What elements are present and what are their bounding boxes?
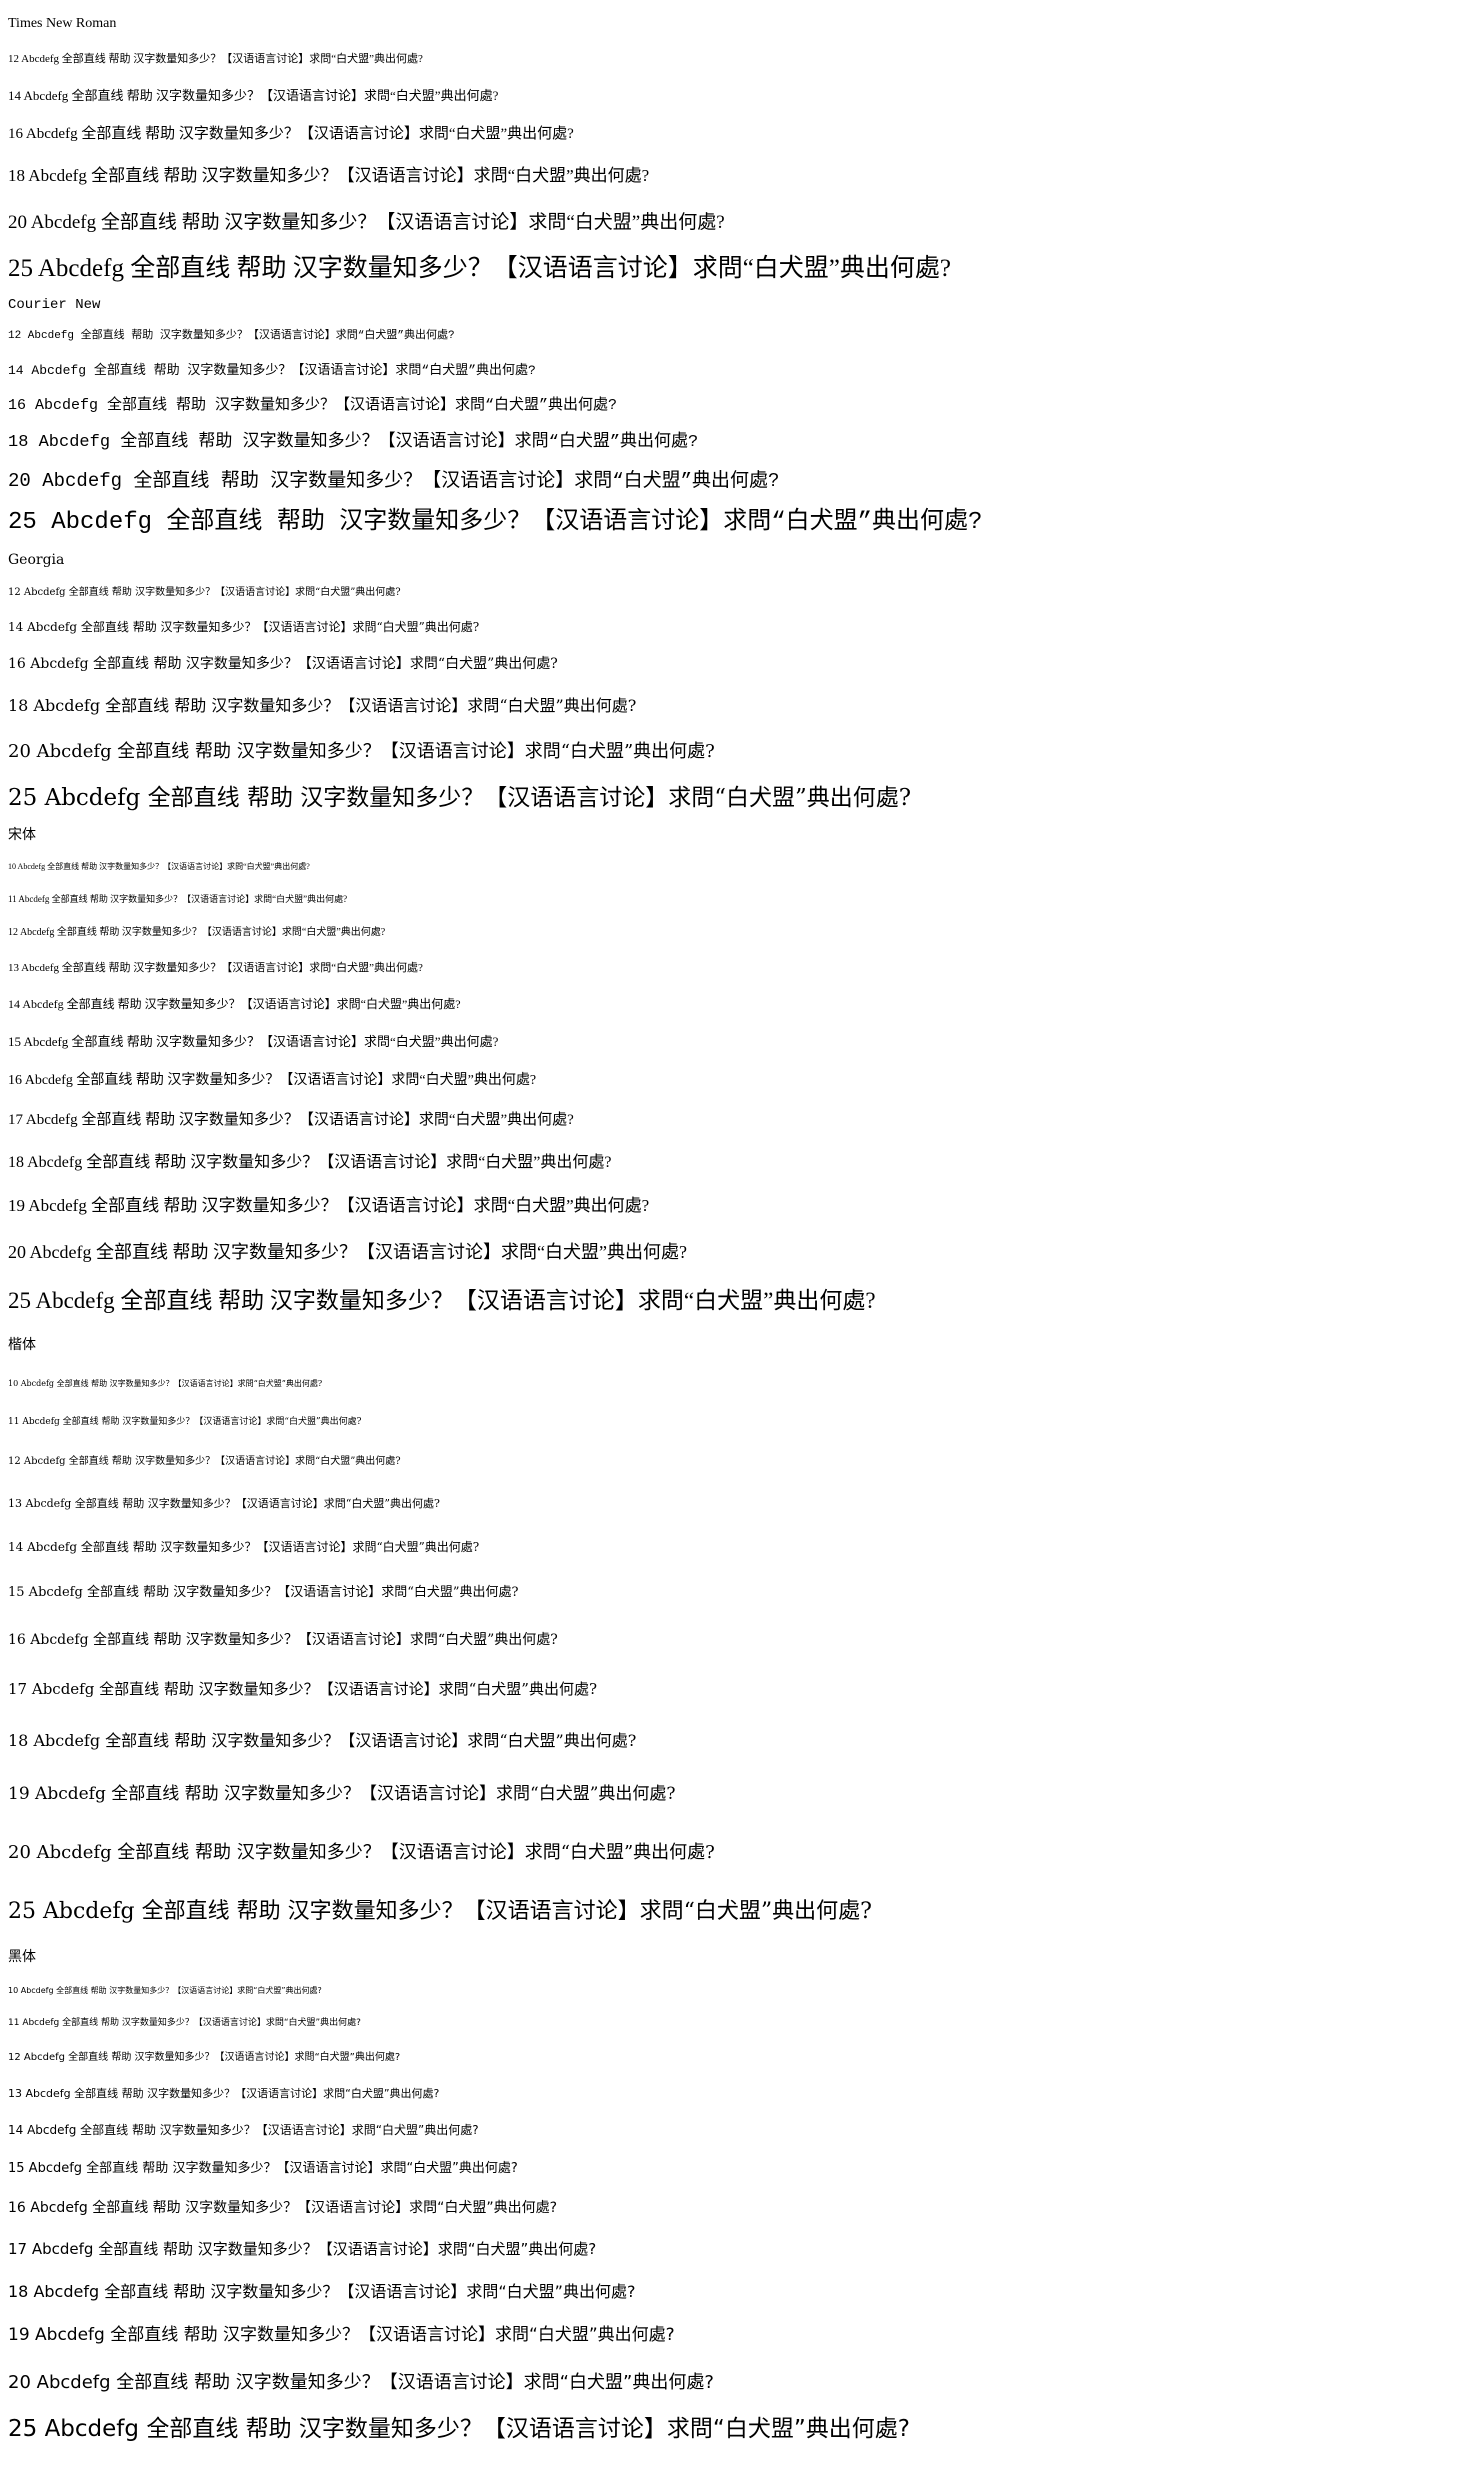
sample-line: 18 Abcdefg 全部直线 帮助 汉字数量知多少？【汉语语言讨论】求問“白犬… bbox=[8, 433, 699, 452]
sample-lines: 12 Abcdefg 全部直线 帮助 汉字数量知多少？【汉语语言讨论】求問“白犬… bbox=[8, 320, 1482, 544]
sample-line: 17 Abcdefg 全部直线 帮助 汉字数量知多少？【汉语语言讨论】求問“白犬… bbox=[8, 1680, 598, 1698]
sample-line: 14 Abcdefg 全部直线 帮助 汉字数量知多少？【汉语语言讨论】求問“白犬… bbox=[8, 88, 499, 103]
section-title: Georgia bbox=[8, 552, 65, 568]
section-title: 楷体 bbox=[8, 1337, 36, 1353]
sample-line: 25 Abcdefg 全部直线 帮助 汉字数量知多少？【汉语语言讨论】求問“白犬… bbox=[8, 1288, 876, 1313]
sample-lines: 12 Abcdefg 全部直线 帮助 汉字数量知多少？【汉语语言讨论】求問“白犬… bbox=[8, 576, 1482, 821]
section-courier-new: Courier New 12 Abcdefg 全部直线 帮助 汉字数量知多少？【… bbox=[8, 290, 1482, 544]
sample-line: 16 Abcdefg 全部直线 帮助 汉字数量知多少？【汉语语言讨论】求問“白犬… bbox=[8, 1073, 537, 1088]
sample-line: 16 Abcdefg 全部直线 帮助 汉字数量知多少？【汉语语言讨论】求問“白犬… bbox=[8, 1632, 558, 1648]
sample-line: 14 Abcdefg 全部直线 帮助 汉字数量知多少？【汉语语言讨论】求問“白犬… bbox=[8, 2123, 479, 2137]
sample-line: 12 Abcdefg 全部直线 帮助 汉字数量知多少？【汉语语言讨论】求問“白犬… bbox=[8, 53, 423, 65]
sample-line: 15 Abcdefg 全部直线 帮助 汉字数量知多少？【汉语语言讨论】求問“白犬… bbox=[8, 2161, 518, 2176]
section-times-new-roman: Times New Roman 12 Abcdefg 全部直线 帮助 汉字数量知… bbox=[8, 6, 1482, 290]
sample-line: 16 Abcdefg 全部直线 帮助 汉字数量知多少？【汉语语言讨论】求問“白犬… bbox=[8, 656, 558, 672]
sample-lines: 10 Abcdefg 全部直线 帮助 汉字数量知多少？【汉语语言讨论】求問“白犬… bbox=[8, 1365, 1482, 1940]
section-georgia: Georgia 12 Abcdefg 全部直线 帮助 汉字数量知多少？【汉语语言… bbox=[8, 544, 1482, 821]
sample-line: 12 Abcdefg 全部直线 帮助 汉字数量知多少？【汉语语言讨论】求問“白犬… bbox=[8, 2052, 401, 2063]
sample-line: 16 Abcdefg 全部直线 帮助 汉字数量知多少？【汉语语言讨论】求問“白犬… bbox=[8, 126, 574, 142]
sample-line: 11 Abcdefg 全部直线 帮助 汉字数量知多少？【汉语语言讨论】求問“白犬… bbox=[8, 2018, 361, 2028]
sample-line: 18 Abcdefg 全部直线 帮助 汉字数量知多少？【汉语语言讨论】求問“白犬… bbox=[8, 2282, 636, 2301]
sample-line: 25 Abcdefg 全部直线 帮助 汉字数量知多少？【汉语语言讨论】求問“白犬… bbox=[8, 785, 912, 811]
sample-line: 18 Abcdefg 全部直线 帮助 汉字数量知多少？【汉语语言讨论】求問“白犬… bbox=[8, 696, 637, 715]
sample-line: 16 Abcdefg 全部直线 帮助 汉字数量知多少？【汉语语言讨论】求問“白犬… bbox=[8, 397, 618, 414]
sample-lines: 12 Abcdefg 全部直线 帮助 汉字数量知多少？【汉语语言讨论】求問“白犬… bbox=[8, 41, 1482, 290]
sample-line: 14 Abcdefg 全部直线 帮助 汉字数量知多少？【汉语语言讨论】求問“白犬… bbox=[8, 620, 480, 634]
sample-line: 10 Abcdefg 全部直线 帮助 汉字数量知多少？【汉语语言讨论】求問“白犬… bbox=[8, 1379, 323, 1388]
sample-lines: 10 Abcdefg 全部直线 帮助 汉字数量知多少？【汉语语言讨论】求問“白犬… bbox=[8, 1974, 1482, 2451]
section-kaiti: 楷体 10 Abcdefg 全部直线 帮助 汉字数量知多少？【汉语语言讨论】求問… bbox=[8, 1325, 1482, 1940]
sample-line: 19 Abcdefg 全部直线 帮助 汉字数量知多少？【汉语语言讨论】求問“白犬… bbox=[8, 1196, 650, 1215]
sample-line: 14 Abcdefg 全部直线 帮助 汉字数量知多少？【汉语语言讨论】求問“白犬… bbox=[8, 1540, 480, 1554]
sample-line: 12 Abcdefg 全部直线 帮助 汉字数量知多少？【汉语语言讨论】求問“白犬… bbox=[8, 927, 386, 938]
sample-line: 15 Abcdefg 全部直线 帮助 汉字数量知多少？【汉语语言讨论】求問“白犬… bbox=[8, 1585, 519, 1600]
sample-line: 14 Abcdefg 全部直线 帮助 汉字数量知多少？【汉语语言讨论】求問“白犬… bbox=[8, 997, 461, 1011]
sample-line: 15 Abcdefg 全部直线 帮助 汉字数量知多少？【汉语语言讨论】求問“白犬… bbox=[8, 1034, 499, 1049]
sample-line: 25 Abcdefg 全部直线 帮助 汉字数量知多少？【汉语语言讨论】求問“白犬… bbox=[8, 255, 951, 282]
section-songti: 宋体 10 Abcdefg 全部直线 帮助 汉字数量知多少？【汉语语言讨论】求問… bbox=[8, 821, 1482, 1325]
sample-line: 12 Abcdefg 全部直线 帮助 汉字数量知多少？【汉语语言讨论】求問“白犬… bbox=[8, 587, 401, 598]
sample-line: 17 Abcdefg 全部直线 帮助 汉字数量知多少？【汉语语言讨论】求問“白犬… bbox=[8, 1112, 574, 1128]
sample-line: 18 Abcdefg 全部直线 帮助 汉字数量知多少？【汉语语言讨论】求問“白犬… bbox=[8, 166, 650, 185]
sample-line: 11 Abcdefg 全部直线 帮助 汉字数量知多少？【汉语语言讨论】求問“白犬… bbox=[8, 1417, 362, 1427]
sample-line: 20 Abcdefg 全部直线 帮助 汉字数量知多少？【汉语语言讨论】求問“白犬… bbox=[8, 1242, 687, 1262]
sample-line: 25 Abcdefg 全部直线 帮助 汉字数量知多少？【汉语语言讨论】求問“白犬… bbox=[8, 509, 983, 536]
sample-lines: 10 Abcdefg 全部直线 帮助 汉字数量知多少？【汉语语言讨论】求問“白犬… bbox=[8, 851, 1482, 1325]
sample-line: 12 Abcdefg 全部直线 帮助 汉字数量知多少？【汉语语言讨论】求問“白犬… bbox=[8, 1456, 401, 1467]
sample-line: 13 Abcdefg 全部直线 帮助 汉字数量知多少？【汉语语言讨论】求問“白犬… bbox=[8, 2087, 440, 2100]
sample-line: 14 Abcdefg 全部直线 帮助 汉字数量知多少？【汉语语言讨论】求問“白犬… bbox=[8, 363, 536, 378]
section-title: Times New Roman bbox=[8, 16, 117, 31]
sample-line: 25 Abcdefg 全部直线 帮助 汉字数量知多少？【汉语语言讨论】求問“白犬… bbox=[8, 2416, 910, 2442]
section-title: 黑体 bbox=[8, 1949, 36, 1965]
sample-line: 12 Abcdefg 全部直线 帮助 汉字数量知多少？【汉语语言讨论】求問“白犬… bbox=[8, 330, 455, 342]
sample-line: 13 Abcdefg 全部直线 帮助 汉字数量知多少？【汉语语言讨论】求問“白犬… bbox=[8, 1497, 440, 1510]
sample-line: 11 Abcdefg 全部直线 帮助 汉字数量知多少？【汉语语言讨论】求問“白犬… bbox=[8, 894, 348, 904]
sample-line: 10 Abcdefg 全部直线 帮助 汉字数量知多少？【汉语语言讨论】求問“白犬… bbox=[8, 862, 310, 871]
sample-line: 18 Abcdefg 全部直线 帮助 汉字数量知多少？【汉语语言讨论】求問“白犬… bbox=[8, 1731, 637, 1750]
section-title: 宋体 bbox=[8, 828, 36, 843]
sample-line: 20 Abcdefg 全部直线 帮助 汉字数量知多少？【汉语语言讨论】求問“白犬… bbox=[8, 2372, 714, 2393]
sample-line: 20 Abcdefg 全部直线 帮助 汉字数量知多少？【汉语语言讨论】求問“白犬… bbox=[8, 1842, 715, 1863]
sample-line: 18 Abcdefg 全部直线 帮助 汉字数量知多少？【汉语语言讨论】求問“白犬… bbox=[8, 1154, 612, 1171]
sample-line: 16 Abcdefg 全部直线 帮助 汉字数量知多少？【汉语语言讨论】求問“白犬… bbox=[8, 2200, 558, 2216]
sample-line: 19 Abcdefg 全部直线 帮助 汉字数量知多少？【汉语语言讨论】求問“白犬… bbox=[8, 1784, 676, 1804]
sample-line: 10 Abcdefg 全部直线 帮助 汉字数量知多少？【汉语语言讨论】求問“白犬… bbox=[8, 1986, 322, 1995]
sample-line: 25 Abcdefg 全部直线 帮助 汉字数量知多少？【汉语语言讨论】求問“白犬… bbox=[8, 1899, 872, 1924]
sample-line: 17 Abcdefg 全部直线 帮助 汉字数量知多少？【汉语语言讨论】求問“白犬… bbox=[8, 2240, 597, 2258]
sample-line: 19 Abcdefg 全部直线 帮助 汉字数量知多少？【汉语语言讨论】求問“白犬… bbox=[8, 2325, 675, 2345]
section-heiti: 黑体 10 Abcdefg 全部直线 帮助 汉字数量知多少？【汉语语言讨论】求問… bbox=[8, 1940, 1482, 2451]
sample-line: 20 Abcdefg 全部直线 帮助 汉字数量知多少？【汉语语言讨论】求問“白犬… bbox=[8, 741, 715, 762]
sample-line: 13 Abcdefg 全部直线 帮助 汉字数量知多少？【汉语语言讨论】求問“白犬… bbox=[8, 962, 423, 974]
sample-line: 20 Abcdefg 全部直线 帮助 汉字数量知多少？【汉语语言讨论】求問“白犬… bbox=[8, 470, 780, 492]
sample-line: 20 Abcdefg 全部直线 帮助 汉字数量知多少？【汉语语言讨论】求問“白犬… bbox=[8, 212, 725, 233]
section-title: Courier New bbox=[8, 297, 101, 313]
font-specimen-document: Times New Roman 12 Abcdefg 全部直线 帮助 汉字数量知… bbox=[0, 0, 1482, 2451]
